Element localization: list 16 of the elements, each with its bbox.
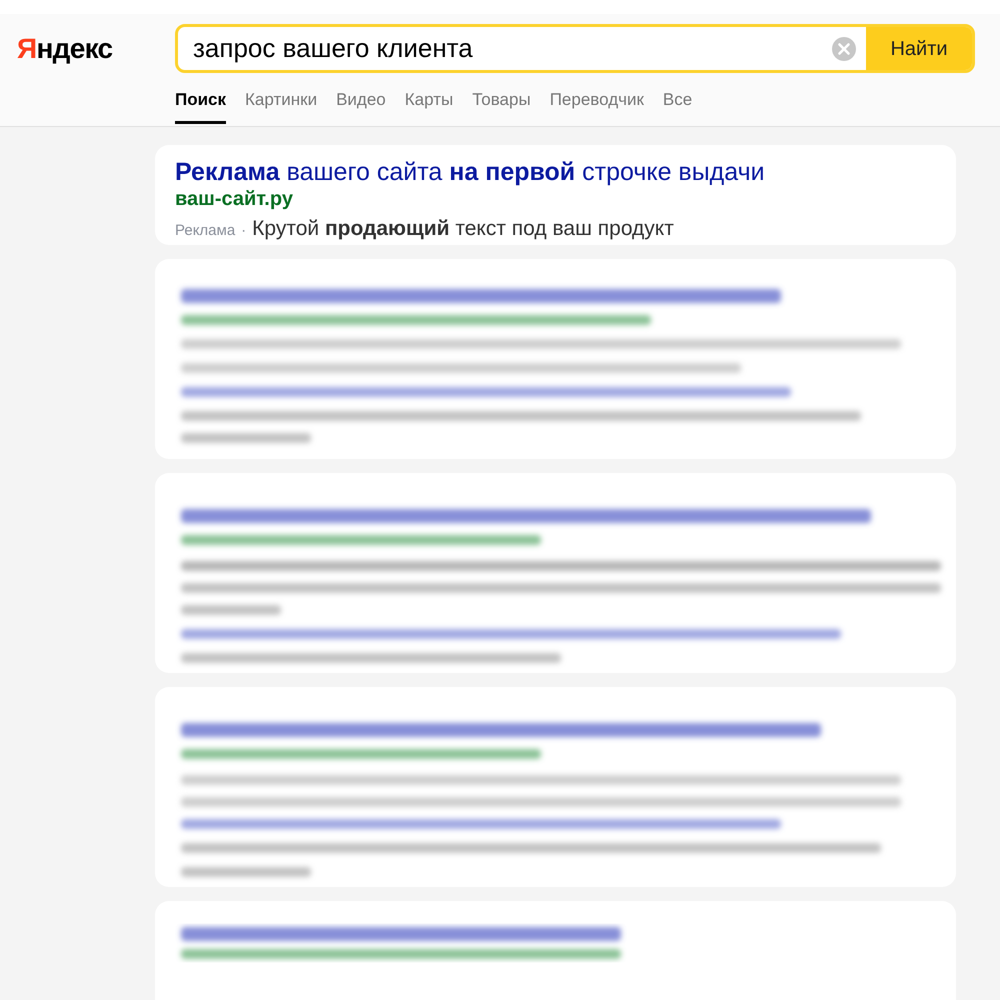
nav-tab[interactable]: Товары [472, 87, 531, 124]
nav-tab[interactable]: Поиск [175, 87, 226, 124]
clear-icon[interactable] [832, 36, 856, 60]
search-button[interactable]: Найти [866, 27, 972, 70]
nav-tab[interactable]: Видео [336, 87, 386, 124]
nav-tab[interactable]: Переводчик [550, 87, 644, 124]
separator-dot: · [241, 221, 246, 241]
ad-title-link[interactable]: Реклама вашего сайта на первой строчке выдачи [175, 157, 936, 187]
search-field[interactable]: запрос вашего клиента Найти [175, 24, 975, 73]
nav-tab[interactable]: Картинки [245, 87, 318, 124]
ad-description: Крутой продающий текст под ваш продукт [252, 216, 674, 242]
logo[interactable]: Яндекс [0, 28, 175, 70]
nav-tab[interactable]: Карты [404, 87, 454, 124]
ad-url-link[interactable]: ваш-сайт.ру [175, 187, 936, 211]
ad-label: Реклама [175, 221, 236, 241]
nav-tab[interactable]: Все [662, 87, 692, 124]
